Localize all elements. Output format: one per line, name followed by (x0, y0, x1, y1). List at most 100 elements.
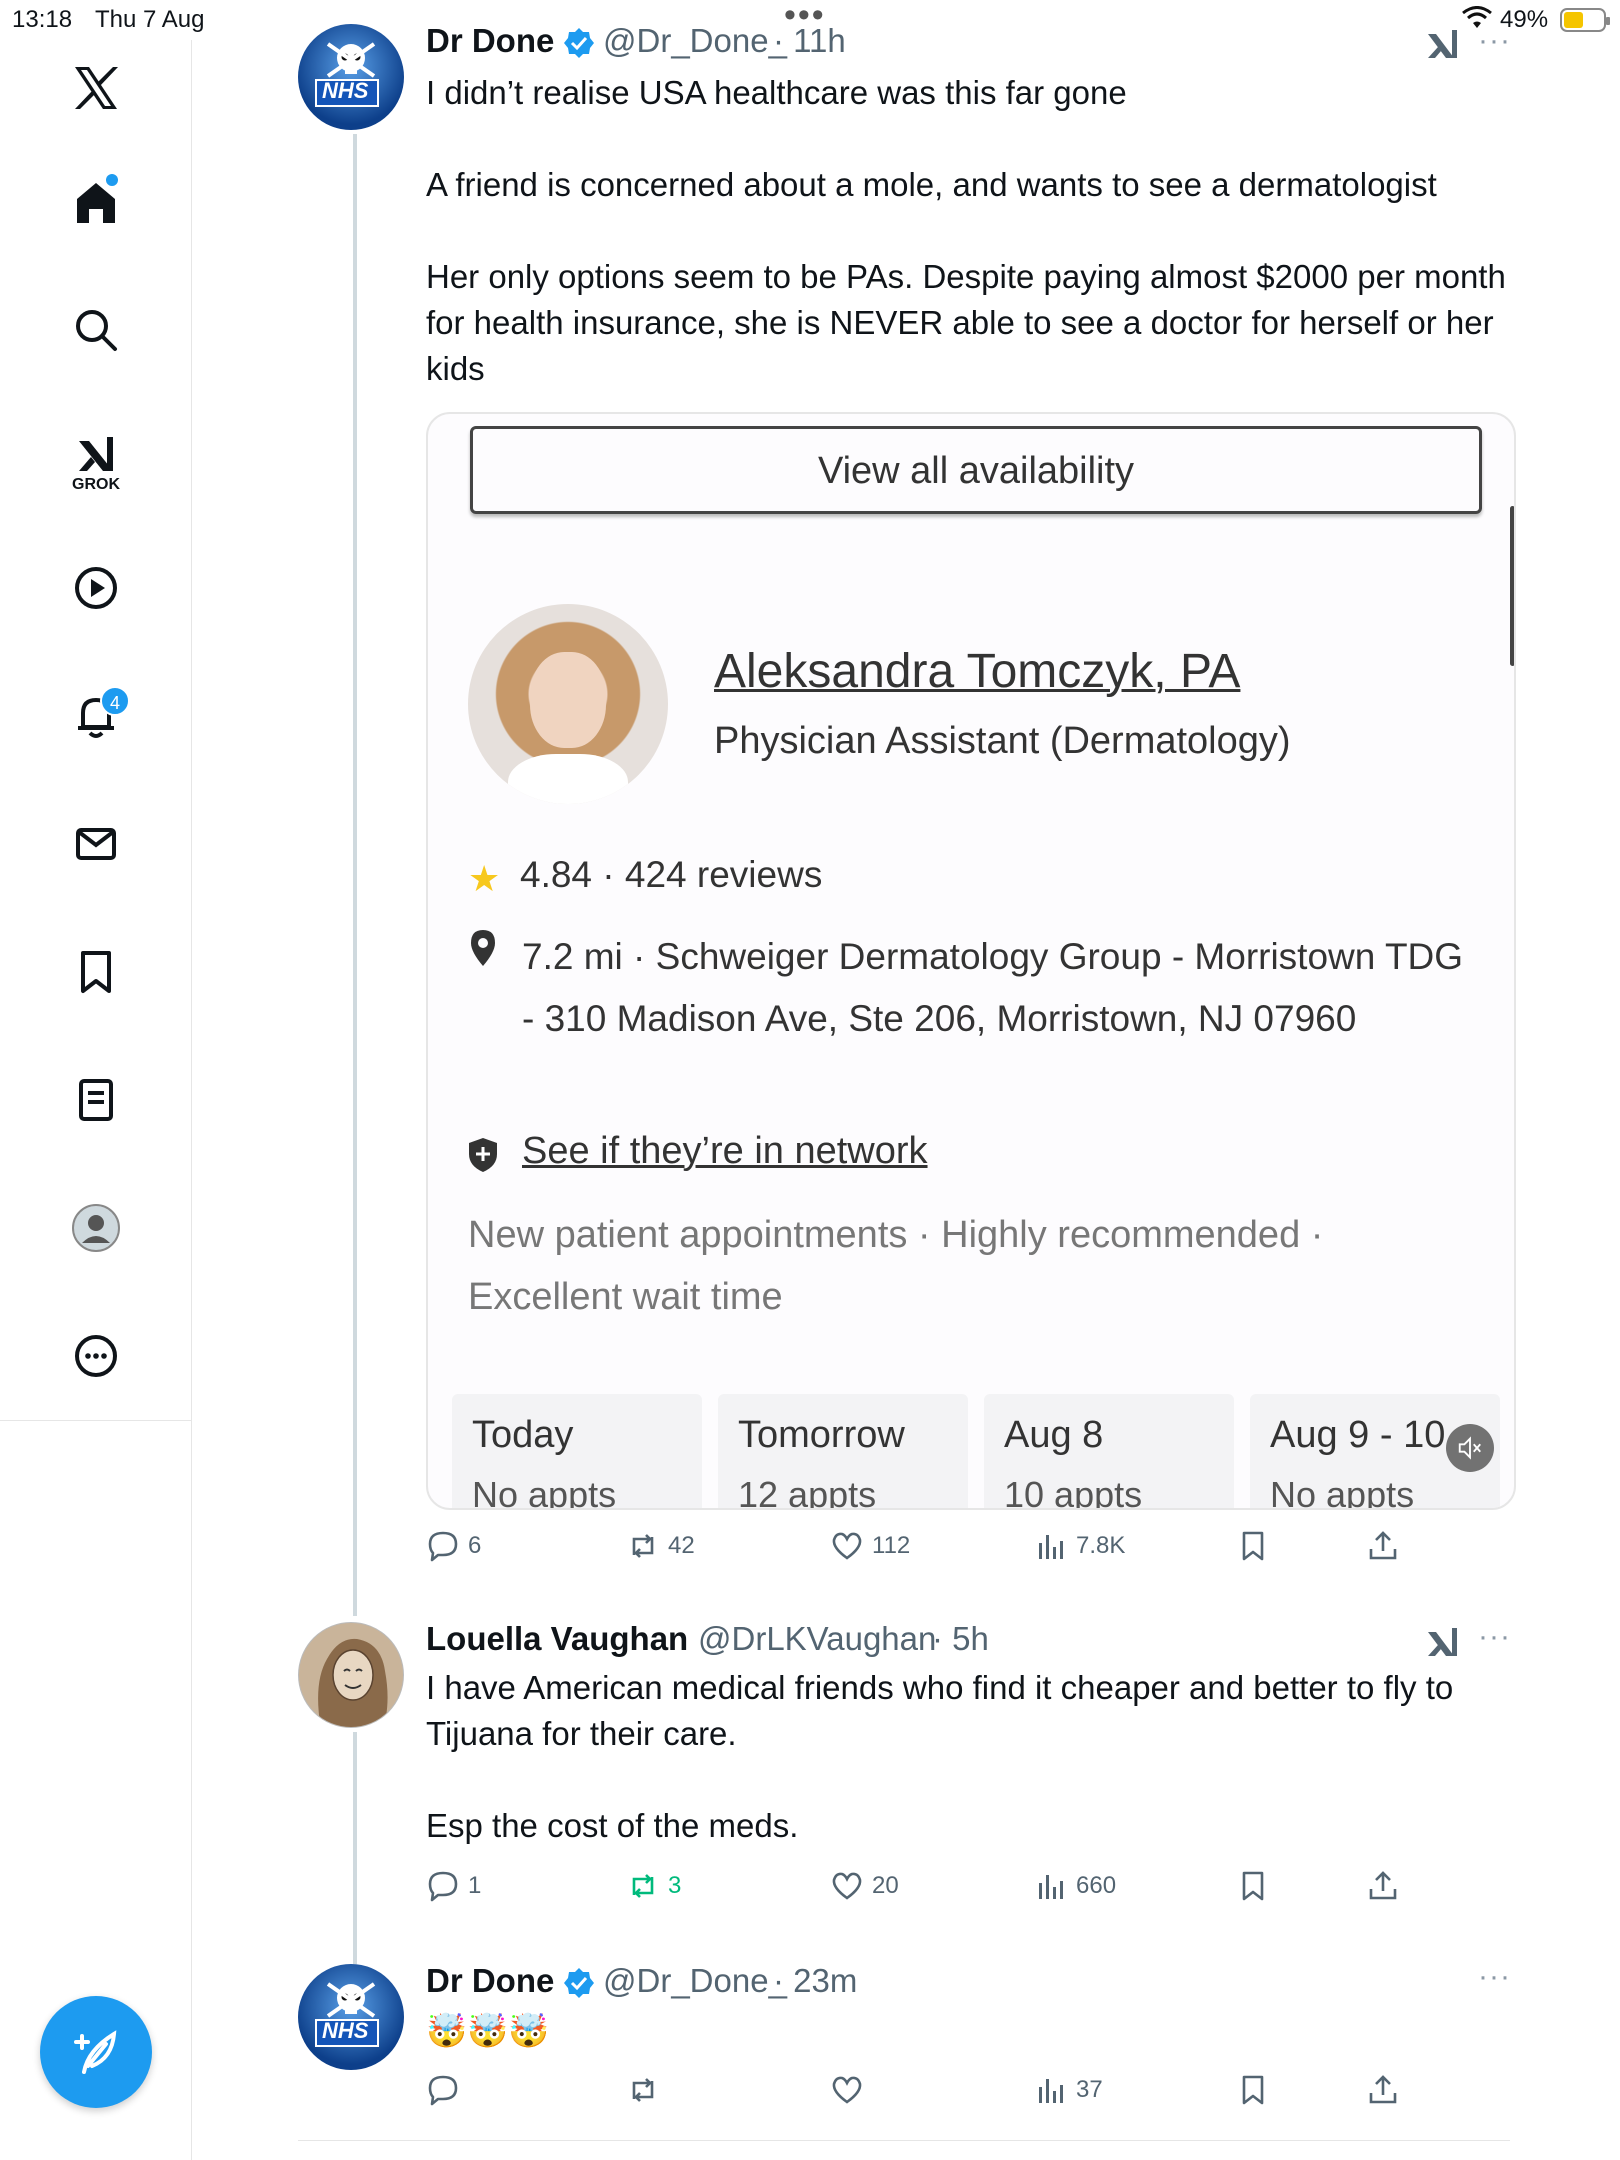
network-check-link: See if they’re in network (522, 1130, 928, 1172)
like-button[interactable] (830, 2070, 872, 2110)
avatar-label: NHS (322, 78, 369, 103)
bookmark-icon (1242, 1531, 1264, 1561)
post-more-icon[interactable]: ··· (1478, 24, 1511, 58)
thread-line (353, 1732, 357, 1964)
reply-button[interactable] (426, 2070, 468, 2110)
reply-icon (428, 1871, 458, 1902)
views-chart-icon (1039, 1875, 1063, 1899)
author-avatar[interactable]: NHS (298, 1964, 404, 2070)
status-date: Thu 7 Aug (95, 6, 205, 33)
author-name[interactable]: Louella Vaughan (426, 1620, 688, 1658)
grok-explain-icon[interactable] (1424, 1624, 1462, 1660)
author-handle[interactable]: @DrLKVaughan (698, 1620, 936, 1658)
shield-icon (469, 1138, 497, 1172)
post-time[interactable]: · 5h (932, 1620, 989, 1658)
more-options-icon[interactable] (56, 1316, 136, 1396)
avatar-label: NHS (322, 2018, 369, 2043)
views-button[interactable]: 660 (1034, 1866, 1116, 1906)
bookmark-button[interactable] (1236, 2070, 1270, 2110)
messages-envelope-icon[interactable] (56, 804, 136, 884)
author-handle[interactable]: @Dr_Done_ (603, 22, 787, 60)
author-avatar[interactable] (298, 1622, 404, 1728)
star-icon: ★ (468, 858, 501, 899)
sidebar: GROK 4 (0, 40, 192, 2160)
repost-count: 42 (668, 1532, 695, 1559)
share-icon (1369, 2075, 1397, 2104)
day-appts: No appts (1270, 1474, 1415, 1510)
repost-icon (632, 2078, 654, 2102)
thread-line (353, 134, 357, 1616)
bookmark-icon (1242, 1871, 1264, 1901)
day-label: Aug 8 (1004, 1414, 1104, 1456)
location-pin-icon (471, 930, 495, 966)
share-button[interactable] (1366, 1866, 1400, 1906)
post-media-video[interactable]: View all availability Aleksandra Tomczyk… (426, 412, 1516, 1510)
doctor-role: Physician Assistant (Dermatology) (714, 720, 1291, 762)
view-all-availability-button: View all availability (470, 426, 1482, 514)
day-appts: 12 appts (738, 1474, 877, 1510)
post-text: 🤯🤯🤯 (426, 2011, 550, 2050)
post-more-icon[interactable]: ··· (1478, 1960, 1511, 1994)
bookmark-button[interactable] (1236, 1866, 1270, 1906)
author-handle[interactable]: @Dr_Done_ (603, 1962, 787, 2000)
post-more-icon[interactable]: ··· (1478, 1620, 1511, 1654)
doctor-tags: New patient appointments · Highly recomm… (468, 1214, 1324, 1318)
day-label: Today (472, 1414, 574, 1456)
share-button[interactable] (1366, 1526, 1400, 1566)
like-count: 20 (872, 1872, 899, 1899)
author-name[interactable]: Dr Done (426, 1962, 554, 2000)
share-icon (1369, 1531, 1397, 1560)
media-scrollbar (1510, 506, 1514, 666)
reply-count: 6 (468, 1532, 482, 1559)
heart-icon (832, 1532, 862, 1560)
status-time: 13:18 (12, 6, 73, 33)
compose-post-button[interactable] (40, 1996, 152, 2108)
like-button[interactable]: 20 (830, 1866, 899, 1906)
author-name[interactable]: Dr Done (426, 22, 554, 60)
repost-button[interactable] (626, 2070, 668, 2110)
reply-button[interactable]: 1 (426, 1866, 481, 1906)
profile-avatar-icon[interactable] (56, 1188, 136, 1268)
repost-button[interactable]: 3 (626, 1866, 681, 1906)
doctor-address: 7.2 mi · Schweiger Dermatology Group - M… (522, 936, 1464, 1039)
author-avatar[interactable]: NHS (298, 24, 404, 130)
heart-icon (832, 2076, 862, 2104)
grok-explain-icon[interactable] (1424, 26, 1462, 62)
availability-day: Tomorrow 12 appts (718, 1394, 968, 1510)
like-button[interactable]: 112 (830, 1526, 910, 1566)
bookmark-icon (1242, 2075, 1264, 2105)
timeline-divider (298, 2140, 1510, 2141)
home-icon[interactable] (56, 162, 136, 242)
bookmarks-icon[interactable] (56, 932, 136, 1012)
like-count: 112 (872, 1532, 911, 1559)
mute-button[interactable] (1446, 1424, 1494, 1472)
lists-icon[interactable] (56, 1060, 136, 1140)
post-time[interactable]: · 11h (773, 22, 846, 60)
search-icon[interactable] (56, 290, 136, 370)
video-play-icon[interactable] (56, 548, 136, 628)
bookmark-button[interactable] (1236, 1526, 1270, 1566)
views-count: 660 (1076, 1872, 1117, 1899)
reply-count: 1 (468, 1872, 482, 1899)
repost-button[interactable]: 42 (626, 1526, 695, 1566)
battery-icon (1560, 8, 1610, 32)
availability-day: Today No appts (452, 1394, 702, 1510)
share-button[interactable] (1366, 2070, 1400, 2110)
grok-icon[interactable]: GROK (56, 416, 136, 496)
day-appts: No appts (472, 1474, 617, 1510)
notifications-bell-icon[interactable]: 4 (56, 676, 136, 756)
x-logo-icon[interactable] (56, 48, 136, 128)
verified-badge-icon (564, 1968, 594, 1998)
views-count: 37 (1076, 2076, 1103, 2103)
reply-button[interactable]: 6 (426, 1526, 481, 1566)
reply-icon (428, 2075, 458, 2106)
verified-badge-icon (564, 28, 594, 58)
repost-icon (632, 1534, 654, 1558)
post-time[interactable]: · 23m (773, 1962, 857, 2000)
views-button[interactable]: 37 (1034, 2070, 1103, 2110)
share-icon (1369, 1871, 1397, 1900)
home-unread-dot (106, 174, 118, 186)
availability-day: Aug 8 10 appts (984, 1394, 1234, 1508)
compose-feather-icon (74, 2030, 117, 2074)
views-button[interactable]: 7.8K (1034, 1526, 1125, 1566)
